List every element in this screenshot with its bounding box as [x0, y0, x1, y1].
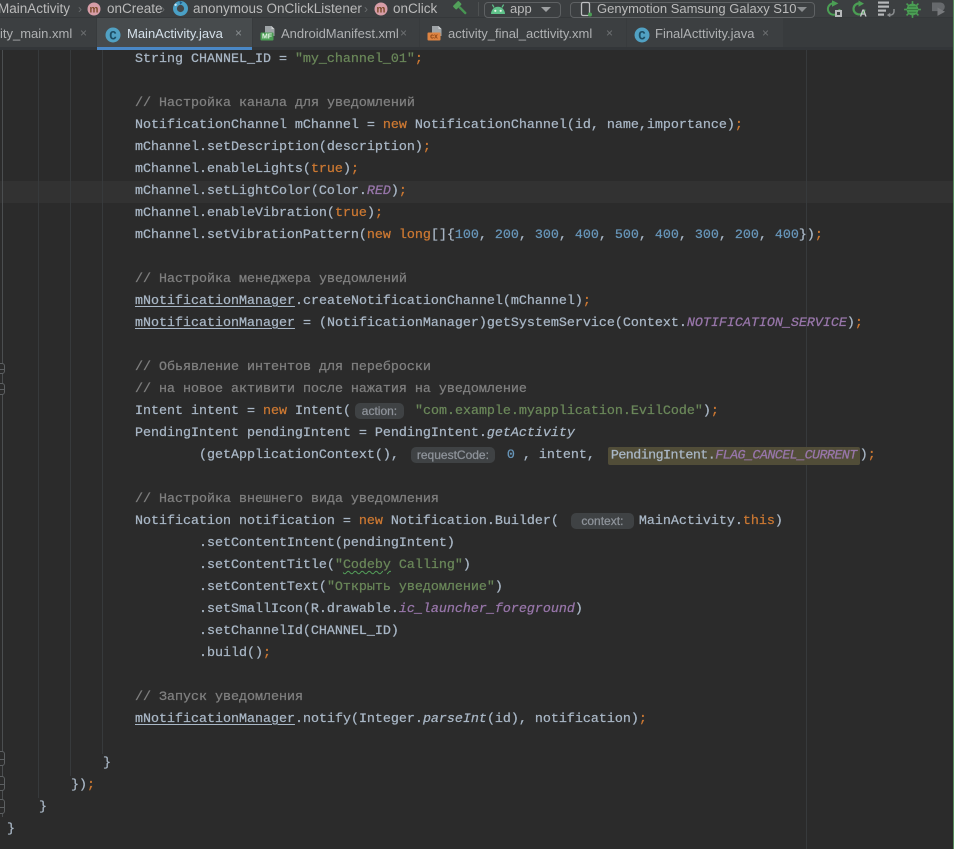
svg-text:MF: MF [262, 34, 273, 41]
svg-text:m: m [377, 5, 386, 16]
svg-text:A: A [860, 9, 867, 19]
svg-text:C: C [109, 29, 117, 43]
svg-text:m: m [90, 5, 99, 16]
svg-text:cx: cx [430, 34, 438, 41]
svg-text:C: C [638, 29, 646, 43]
